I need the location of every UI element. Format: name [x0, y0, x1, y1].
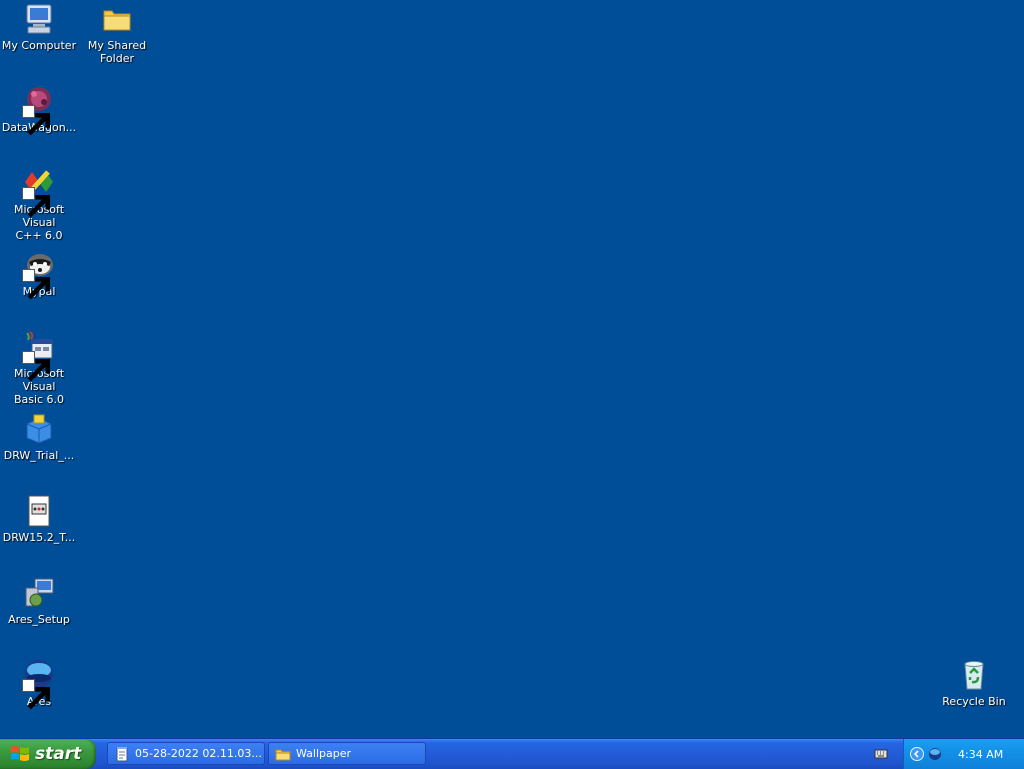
desktop-icon-my-computer[interactable]: My Computer — [0, 2, 78, 52]
desktop-icon-recycle-bin[interactable]: Recycle Bin — [935, 658, 1013, 708]
shortcut-arrow-icon — [22, 351, 51, 382]
start-button[interactable]: start — [0, 739, 96, 769]
shortcut-arrow-icon — [22, 105, 51, 136]
taskbar-button-label: 05-28-2022 02.11.03... — [135, 747, 262, 760]
installer-box-icon — [26, 414, 52, 444]
network-globe-icon[interactable] — [928, 747, 942, 761]
recycle-bin-icon — [964, 661, 984, 690]
desktop-icon-ares[interactable]: Ares — [0, 658, 78, 710]
desktop-icon-label: Ares_Setup — [8, 613, 70, 626]
desktop-icon-visual-basic[interactable]: Microsoft Visual Basic 6.0 — [0, 330, 78, 406]
desktop-icon-mypal[interactable]: Mypal — [0, 248, 78, 300]
desktop-icon-label: DRW15.2_T... — [2, 531, 76, 544]
start-label: start — [35, 744, 82, 764]
desktop-icon-datawagon[interactable]: DataWagon... — [0, 84, 78, 136]
windows-logo-icon — [11, 746, 29, 761]
shortcut-arrow-icon — [22, 679, 51, 710]
desktop-icon-label: DRW_Trial_... — [3, 449, 75, 462]
shortcut-arrow-icon — [22, 187, 51, 218]
taskbar-button-notepad[interactable]: 05-28-2022 02.11.03... — [107, 742, 265, 765]
desktop-icon-label: Recycle Bin — [942, 695, 1006, 708]
taskbar-button-wallpaper[interactable]: Wallpaper — [268, 742, 426, 765]
desktop-icon-drw15[interactable]: DRW15.2_T... — [0, 494, 78, 544]
desktop-icon-my-shared-folder[interactable]: My Shared Folder — [78, 2, 156, 65]
desktop-icon-label: My Shared Folder — [87, 39, 147, 65]
setup-icon — [25, 578, 54, 607]
shortcut-arrow-icon — [22, 269, 51, 300]
document-icon — [28, 495, 50, 527]
folder-icon — [103, 10, 131, 31]
taskbar-button-label: Wallpaper — [296, 747, 352, 760]
desktop-icon-drw-trial[interactable]: DRW_Trial_... — [0, 412, 78, 462]
chevron-left-icon[interactable] — [910, 747, 924, 761]
taskbar: start 05-28-2022 02.11.03... Wallpaper 4 — [0, 738, 1024, 769]
desktop: My Computer My Shared Folder DataWagon..… — [0, 0, 1024, 738]
my-computer-icon — [26, 4, 52, 34]
clock[interactable]: 4:34 AM — [958, 748, 1003, 761]
desktop-icon-ares-setup[interactable]: Ares_Setup — [0, 576, 78, 626]
notepad-icon — [116, 746, 128, 761]
keyboard-icon[interactable] — [874, 747, 888, 761]
folder-icon — [275, 749, 291, 760]
desktop-icon-visual-cpp[interactable]: Microsoft Visual C++ 6.0 — [0, 166, 78, 242]
system-tray: 4:34 AM — [874, 739, 1024, 769]
desktop-icon-label: My Computer — [1, 39, 77, 52]
